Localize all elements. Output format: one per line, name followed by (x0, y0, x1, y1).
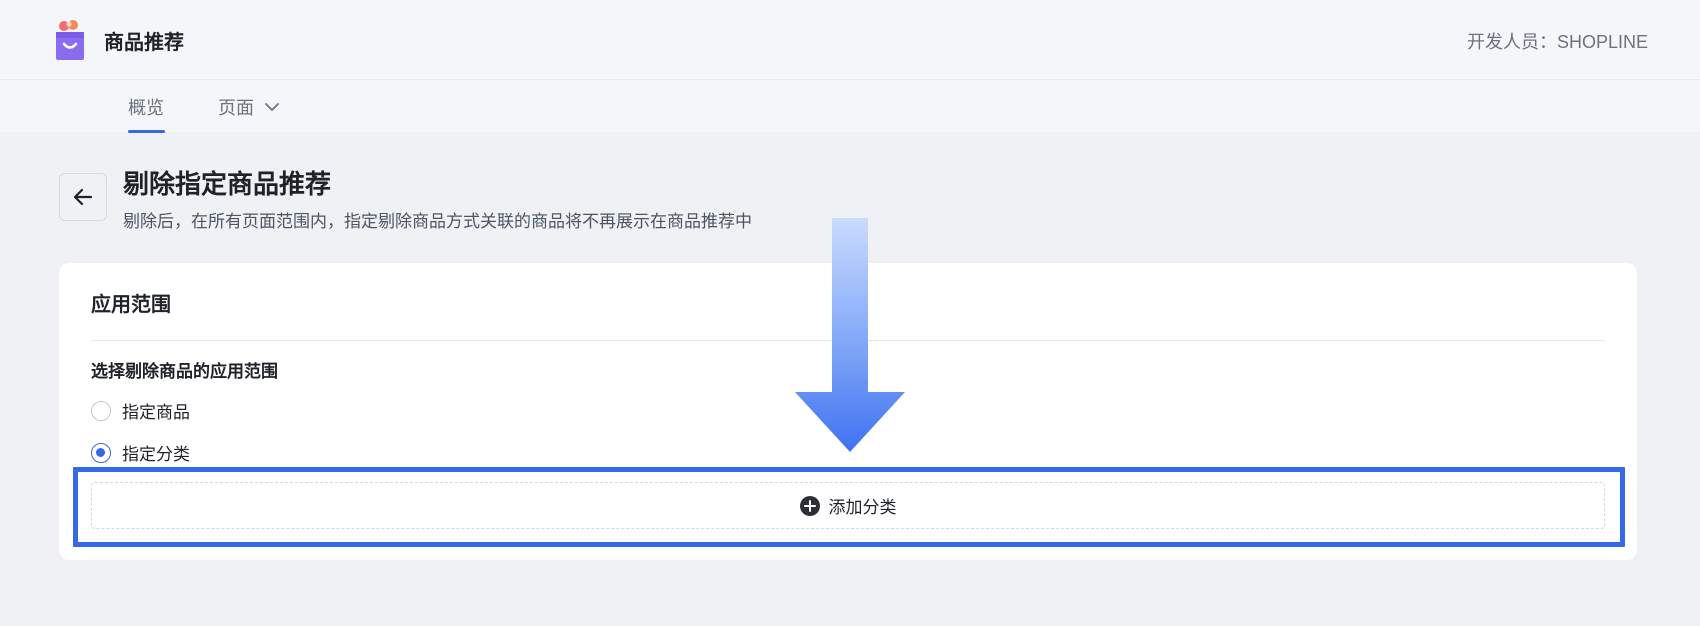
radio-label: 指定商品 (122, 403, 190, 422)
page-description: 剔除后，在所有页面范围内，指定剔除商品方式关联的商品将不再展示在商品推荐中 (123, 212, 752, 231)
chevron-down-icon (265, 103, 279, 111)
top-bar: 商品推荐 开发人员：SHOPLINE (0, 0, 1700, 80)
back-button[interactable] (59, 173, 107, 221)
app-title: 商品推荐 (104, 32, 184, 54)
card-divider (91, 340, 1605, 341)
active-tab-indicator (128, 130, 165, 133)
radio-specific-products[interactable]: 指定商品 (91, 398, 190, 423)
add-category-label: 添加分类 (828, 498, 897, 517)
card-title: 应用范围 (91, 294, 171, 316)
shopping-bag-logo-icon (56, 20, 84, 60)
nav-tabs: 概览 页面 (0, 80, 1700, 133)
arrow-left-icon (73, 188, 93, 206)
scope-field-label: 选择剔除商品的应用范围 (91, 362, 278, 381)
developer-label: 开发人员：SHOPLINE (1466, 32, 1648, 52)
plus-circle-icon (799, 495, 820, 516)
radio-button[interactable] (91, 400, 111, 421)
add-category-button[interactable]: 添加分类 (91, 482, 1605, 529)
radio-button-selected[interactable] (91, 442, 111, 463)
radio-label: 指定分类 (122, 445, 190, 464)
tab-overview[interactable]: 概览 (128, 94, 164, 120)
page-title: 剔除指定商品推荐 (123, 169, 332, 199)
scope-card: 应用范围 选择剔除商品的应用范围 指定商品 指定分类 添加分类 (59, 263, 1637, 560)
tab-pages[interactable]: 页面 (218, 94, 280, 120)
tab-pages-label: 页面 (218, 98, 254, 118)
radio-specific-categories[interactable]: 指定分类 (91, 440, 190, 465)
